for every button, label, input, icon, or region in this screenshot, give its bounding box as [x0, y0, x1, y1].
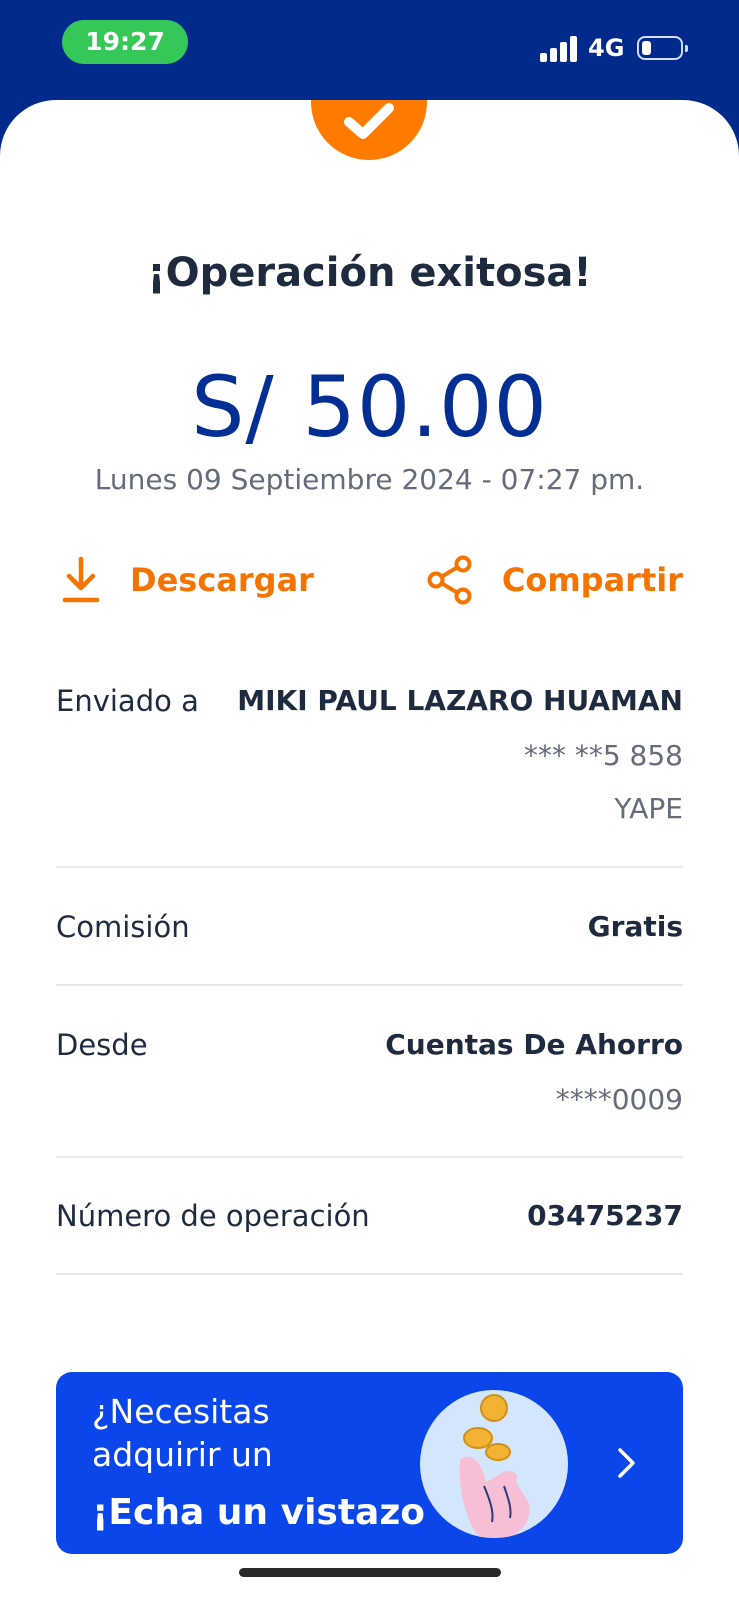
home-indicator: [239, 1568, 501, 1577]
divider: [56, 1156, 683, 1158]
download-icon: [62, 556, 100, 603]
status-time: 19:27: [62, 20, 188, 64]
from-label: Desde: [56, 1028, 148, 1062]
recipient-phone: *** **5 858: [523, 739, 683, 772]
transaction-datetime: Lunes 09 Septiembre 2024 - 07:27 pm.: [94, 463, 645, 496]
share-icon: [427, 555, 472, 605]
download-button[interactable]: Descargar: [60, 555, 314, 605]
fee-label: Comisión: [56, 910, 190, 944]
fee-value: Gratis: [587, 910, 683, 943]
share-button[interactable]: Compartir: [426, 555, 683, 605]
operation-label: Número de operación: [56, 1199, 370, 1233]
recipient-name: MIKI PAUL LAZARO HUAMAN: [237, 684, 683, 717]
recipient-app: YAPE: [614, 792, 683, 825]
from-account-number: ****0009: [555, 1083, 683, 1116]
success-badge: [311, 100, 427, 160]
promo-illustration: [420, 1390, 568, 1538]
promo-banner[interactable]: ¿Necesitas adquirir un ¡Echa un vistazo: [56, 1372, 683, 1554]
amount: S/ 50.00: [191, 358, 548, 456]
page-title: ¡Operación exitosa!: [147, 250, 592, 296]
receipt-sheet: ¡Operación exitosa! S/ 50.00 Lunes 09 Se…: [0, 100, 739, 1600]
status-bar: 19:27 4G: [0, 0, 739, 100]
divider: [56, 866, 683, 868]
divider: [56, 1273, 683, 1275]
check-icon: [344, 103, 394, 139]
promo-line-1: ¿Necesitas: [92, 1392, 270, 1431]
operation-number: 03475237: [527, 1199, 683, 1232]
sent-to-label: Enviado a: [56, 684, 199, 718]
promo-line-2: adquirir un: [92, 1435, 273, 1474]
promo-cta: ¡Echa un vistazo: [92, 1492, 426, 1533]
network-type: 4G: [588, 34, 625, 62]
from-account: Cuentas De Ahorro: [385, 1028, 683, 1061]
chevron-right-icon: [618, 1448, 635, 1478]
battery-icon: [637, 36, 688, 60]
share-label: Compartir: [501, 561, 683, 599]
download-label: Descargar: [130, 561, 314, 599]
divider: [56, 984, 683, 986]
cellular-signal-icon: [540, 36, 580, 62]
hand-coins-icon: [459, 1394, 530, 1538]
